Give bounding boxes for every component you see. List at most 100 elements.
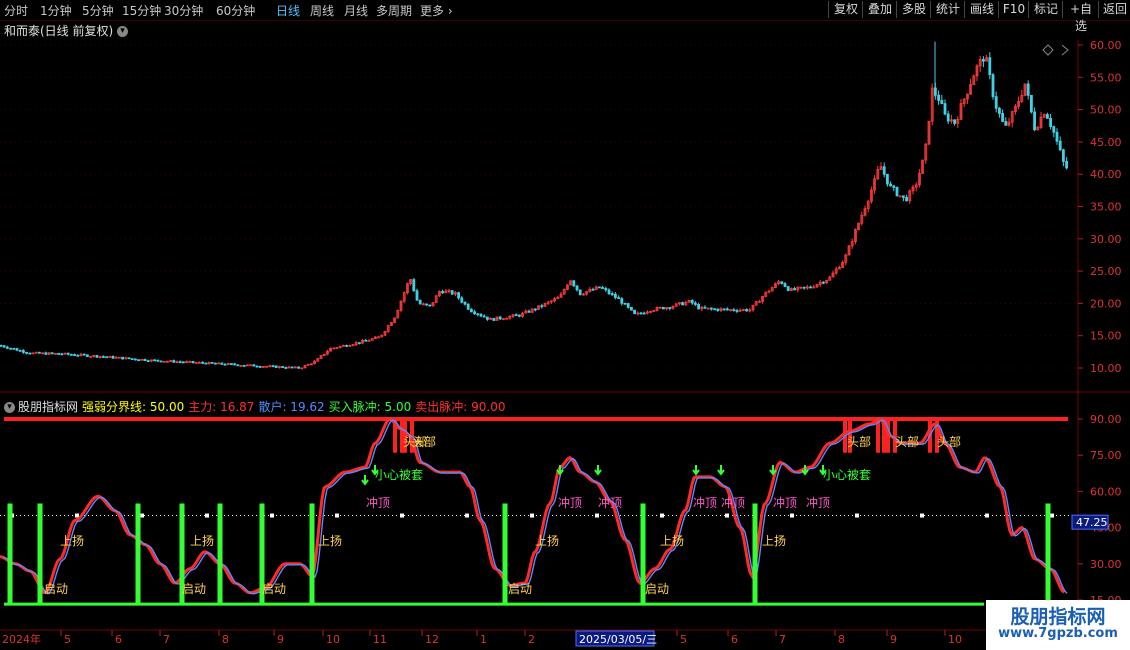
candle-body: [607, 289, 611, 294]
peak-label: 头部: [847, 434, 871, 449]
candle-body: [367, 339, 371, 342]
candle-body: [418, 299, 422, 305]
candle-body: [82, 353, 86, 356]
period-tab-3[interactable]: 15分钟: [122, 2, 161, 19]
candle-body: [940, 100, 944, 104]
threshold-marker: [530, 513, 534, 518]
candle-body: [25, 352, 29, 354]
candle-body: [143, 358, 147, 362]
candle-body: [12, 347, 16, 350]
candle-body: [540, 305, 544, 308]
candle-body: [1046, 114, 1049, 119]
period-tab-5[interactable]: 60分钟: [216, 2, 255, 19]
buy-arrow: [717, 465, 725, 476]
price-tick-label: 15.00: [1090, 330, 1122, 343]
candle-body: [18, 349, 22, 352]
candle-body: [457, 292, 461, 299]
candle-body: [745, 309, 748, 312]
candle-body: [60, 353, 64, 356]
toolbar-button-3[interactable]: 统计: [930, 1, 965, 18]
candle-body: [44, 352, 48, 355]
chevron-right-icon: [1061, 44, 1069, 56]
threshold-marker: [270, 513, 274, 518]
diamond-icon: [1042, 44, 1054, 56]
indicator-collapse-icon[interactable]: ▾: [4, 402, 15, 413]
threshold-marker: [140, 513, 144, 518]
toolbar-button-4[interactable]: 画线: [964, 1, 999, 18]
candle-body: [28, 352, 32, 355]
top-label: 冲顶: [366, 495, 390, 510]
period-tab-10[interactable]: 更多 ›: [420, 2, 453, 19]
period-tab-0[interactable]: 分时: [4, 2, 28, 19]
toolbar-button-2[interactable]: 多股: [896, 1, 931, 18]
period-tab-8[interactable]: 月线: [344, 2, 368, 19]
candle-body: [57, 352, 60, 355]
candle-body: [21, 350, 25, 353]
period-tab-7[interactable]: 周线: [310, 2, 334, 19]
candle-body: [271, 365, 275, 368]
price-tick-label: 60.00: [1090, 39, 1122, 52]
candle-body: [415, 290, 419, 301]
toolbar-button-5[interactable]: F10: [998, 1, 1029, 18]
candle-body: [882, 166, 886, 175]
price-tick-label: 50.00: [1090, 104, 1122, 117]
date-label: 6: [115, 633, 122, 646]
candle-body: [783, 283, 787, 287]
candle-body: [943, 103, 947, 115]
rise-label: 上扬: [318, 533, 342, 548]
candle-body: [425, 303, 429, 306]
indicator-tick-label: 90.00: [1090, 413, 1122, 426]
candle-body: [2, 345, 6, 348]
toolbar-button-8[interactable]: 返回: [1098, 1, 1130, 18]
toolbar-button-1[interactable]: 叠加: [862, 1, 897, 18]
date-label: 6: [731, 633, 738, 646]
top-label: 冲顶: [693, 495, 717, 510]
toolbar-button-0[interactable]: 复权: [828, 1, 863, 18]
candle-body: [575, 285, 579, 291]
candle-body: [642, 312, 646, 315]
candle-body: [626, 303, 630, 308]
threshold-marker: [400, 513, 404, 518]
threshold-marker: [855, 513, 859, 518]
candle-body: [172, 360, 176, 363]
start-label: 启动: [262, 582, 286, 596]
candle-body: [1049, 117, 1052, 128]
candle-body: [485, 316, 489, 320]
indicator-legend-item-2: 散户: 19.62: [258, 400, 325, 414]
toolbar-button-7[interactable]: +自选: [1062, 1, 1099, 33]
candle-body: [111, 355, 115, 359]
toolbar-button-6[interactable]: 标记: [1028, 1, 1063, 18]
price-tick-label: 30.00: [1090, 233, 1122, 246]
candle-body: [518, 314, 521, 317]
price-tick-label: 10.00: [1090, 362, 1122, 375]
watermark: 股朋指标网 www.7gpzb.com: [986, 600, 1130, 650]
candle-body: [994, 96, 998, 109]
candle-body: [479, 314, 483, 317]
candle-body: [722, 308, 726, 311]
candle-body: [726, 308, 729, 311]
period-tab-4[interactable]: 30分钟: [164, 2, 203, 19]
date-label: 9: [890, 633, 897, 646]
period-tab-9[interactable]: 多周期: [376, 2, 412, 19]
period-tab-6[interactable]: 日线: [276, 2, 300, 19]
buy-arrow: [594, 465, 602, 476]
candle-body: [357, 342, 361, 344]
threshold-marker: [725, 513, 729, 518]
candle-body: [1030, 94, 1033, 113]
period-tab-2[interactable]: 5分钟: [82, 2, 114, 19]
rise-label: 上扬: [535, 533, 559, 548]
candle-body: [610, 293, 614, 295]
candle-body: [694, 302, 697, 305]
rise-label: 上扬: [660, 533, 684, 548]
candle-body: [534, 308, 537, 311]
candle-body: [213, 362, 217, 365]
candle-body: [274, 365, 278, 368]
candle-body: [233, 363, 237, 366]
candle-body: [252, 364, 256, 367]
candle-body: [412, 279, 416, 292]
indicator-legend-item-3: 买入脉冲: 5.00: [328, 400, 412, 414]
candle-body: [822, 281, 825, 284]
peak-label: 头部: [937, 434, 961, 449]
period-tab-1[interactable]: 1分钟: [40, 2, 72, 19]
candle-body: [95, 355, 99, 358]
